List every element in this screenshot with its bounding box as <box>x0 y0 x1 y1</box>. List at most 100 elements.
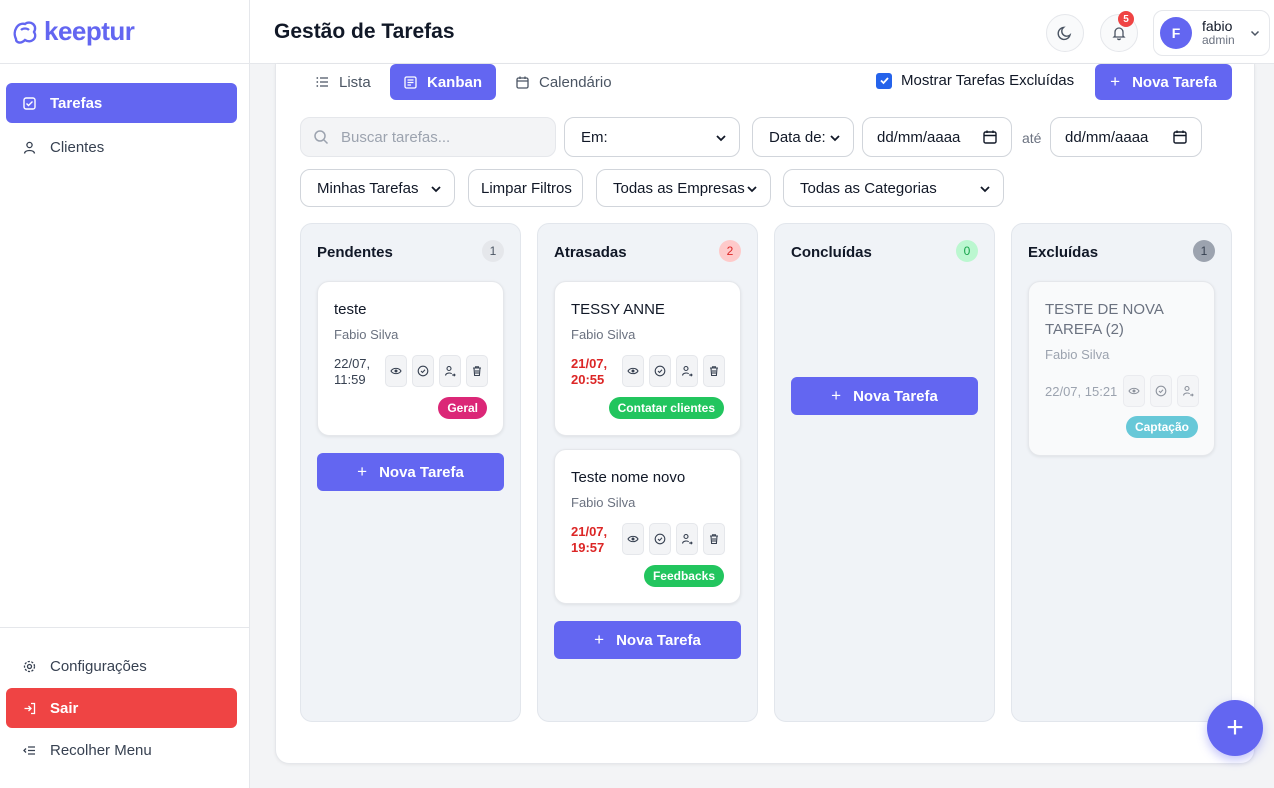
due-time: 11:59 <box>334 372 366 387</box>
floating-add-button[interactable]: + <box>1207 700 1263 756</box>
sidebar-item-configuracoes[interactable]: Configurações <box>6 646 237 686</box>
tasks-panel: Lista Kanban Calendário Mostrar Tarefas … <box>275 64 1255 764</box>
tab-calendario[interactable]: Calendário <box>502 64 626 100</box>
companies-select[interactable]: Todas as Empresas <box>596 169 771 207</box>
button-label: Nova Tarefa <box>853 387 938 405</box>
logo[interactable]: keeptur <box>0 0 249 64</box>
task-card[interactable]: teste Fabio Silva 22/07, 11:59 Geral <box>317 281 504 436</box>
date-to-input[interactable]: dd/mm/aaaa <box>1050 117 1202 157</box>
eye-icon <box>627 367 639 375</box>
eye-icon <box>390 367 402 375</box>
complete-task-button[interactable] <box>412 355 434 387</box>
user-role: admin <box>1202 33 1235 48</box>
task-title: Teste nome novo <box>571 469 686 486</box>
task-actions <box>1123 375 1199 407</box>
delete-task-button[interactable] <box>466 355 488 387</box>
view-task-button[interactable] <box>385 355 407 387</box>
task-card[interactable]: Teste nome novo Fabio Silva 21/07, 19:57… <box>554 449 741 604</box>
task-card[interactable]: TESSY ANNE Fabio Silva 21/07, 20:55 Cont… <box>554 281 741 436</box>
column-count-badge: 1 <box>1193 240 1215 262</box>
column-new-task-button[interactable]: + Nova Tarefa <box>317 453 504 491</box>
list-icon <box>316 76 329 88</box>
assign-task-button[interactable] <box>676 355 698 387</box>
complete-task-button[interactable] <box>649 523 671 555</box>
sidebar-item-tarefas[interactable]: Tarefas <box>6 83 237 123</box>
trash-icon <box>710 366 718 377</box>
column-count-badge: 2 <box>719 240 741 262</box>
calendar-icon <box>983 130 997 144</box>
sidebar-item-label: Configurações <box>50 657 147 675</box>
task-owner: Fabio Silva <box>334 327 399 342</box>
sidebar-item-clientes[interactable]: Clientes <box>6 127 237 167</box>
theme-toggle-button[interactable] <box>1046 14 1084 52</box>
tab-lista[interactable]: Lista <box>302 64 385 100</box>
categories-select[interactable]: Todas as Categorias <box>783 169 1004 207</box>
complete-task-button[interactable] <box>1150 375 1172 407</box>
check-circle-icon <box>654 533 666 545</box>
plus-icon: + <box>594 630 605 649</box>
mine-select[interactable]: Minhas Tarefas <box>300 169 455 207</box>
new-task-button[interactable]: + Nova Tarefa <box>1095 64 1232 100</box>
view-task-button[interactable] <box>622 355 644 387</box>
tab-kanban[interactable]: Kanban <box>390 64 497 100</box>
sidebar-item-label: Clientes <box>50 138 105 156</box>
tab-label: Kanban <box>427 73 483 91</box>
sidebar-item-label: Sair <box>50 699 79 717</box>
search-placeholder: Buscar tarefas... <box>341 128 451 146</box>
date-value: dd/mm/aaaa <box>877 128 961 146</box>
chevron-down-icon <box>1250 30 1260 37</box>
task-owner: Fabio Silva <box>571 495 636 510</box>
show-deleted-label: Mostrar Tarefas Excluídas <box>901 72 1075 89</box>
keeptur-logo-icon <box>13 20 37 44</box>
eye-icon <box>627 535 639 543</box>
logout-button[interactable]: Sair <box>6 688 237 728</box>
assign-task-button[interactable] <box>676 523 698 555</box>
em-select[interactable]: Em: <box>564 117 740 157</box>
select-value: Todas as Empresas <box>613 179 745 197</box>
check-icon <box>879 77 889 85</box>
show-deleted-checkbox[interactable] <box>876 72 892 89</box>
user-arrow-icon <box>444 365 456 377</box>
show-deleted-toggle[interactable]: Mostrar Tarefas Excluídas <box>876 72 1074 89</box>
data-de-select[interactable]: Data de: <box>752 117 854 157</box>
tag-label: Feedbacks <box>652 569 715 583</box>
button-label: Limpar Filtros <box>481 179 572 197</box>
trash-icon <box>710 534 718 545</box>
search-input[interactable]: Buscar tarefas... <box>300 117 556 157</box>
task-title: TESSY ANNE <box>571 301 665 318</box>
column-title: Excluídas <box>1028 244 1099 261</box>
sidebar: keeptur Tarefas Clientes Configurações S… <box>0 0 250 788</box>
tag-label: Geral <box>447 401 478 415</box>
column-title: Pendentes <box>317 244 393 261</box>
assign-task-button[interactable] <box>1177 375 1199 407</box>
task-due-date: 21/07, 20:55 <box>571 356 607 388</box>
tab-label: Lista <box>339 73 371 91</box>
assign-task-button[interactable] <box>439 355 461 387</box>
user-arrow-icon <box>681 365 693 377</box>
divider <box>0 627 249 628</box>
collapse-menu-icon <box>22 743 36 757</box>
task-card[interactable]: TESTE DE NOVA TAREFA (2) Fabio Silva 22/… <box>1028 281 1215 456</box>
chevron-down-icon <box>830 135 840 142</box>
delete-task-button[interactable] <box>703 523 725 555</box>
due-date: 21/07, <box>571 524 608 539</box>
column-excluidas: Excluídas 1 TESTE DE NOVA TAREFA (2) Fab… <box>1011 223 1232 722</box>
view-task-button[interactable] <box>622 523 644 555</box>
select-value: Data de: <box>769 128 826 146</box>
category-tag: Geral <box>438 397 487 419</box>
column-title: Atrasadas <box>554 244 627 261</box>
top-header: Gestão de Tarefas 5 F fabio admin <box>250 0 1274 64</box>
column-new-task-button[interactable]: + Nova Tarefa <box>791 377 978 415</box>
complete-task-button[interactable] <box>649 355 671 387</box>
date-from-input[interactable]: dd/mm/aaaa <box>862 117 1012 157</box>
delete-task-button[interactable] <box>703 355 725 387</box>
collapse-menu-button[interactable]: Recolher Menu <box>6 730 237 770</box>
column-pendentes: Pendentes 1 teste Fabio Silva 22/07, 11:… <box>300 223 521 722</box>
column-new-task-button[interactable]: + Nova Tarefa <box>554 621 741 659</box>
date-value: dd/mm/aaaa <box>1065 128 1149 146</box>
user-menu[interactable]: F fabio admin <box>1153 10 1270 56</box>
notifications-button[interactable]: 5 <box>1100 11 1138 52</box>
clear-filters-button[interactable]: Limpar Filtros <box>468 169 583 207</box>
task-due-date: 22/07, 11:59 <box>334 356 370 388</box>
view-task-button[interactable] <box>1123 375 1145 407</box>
